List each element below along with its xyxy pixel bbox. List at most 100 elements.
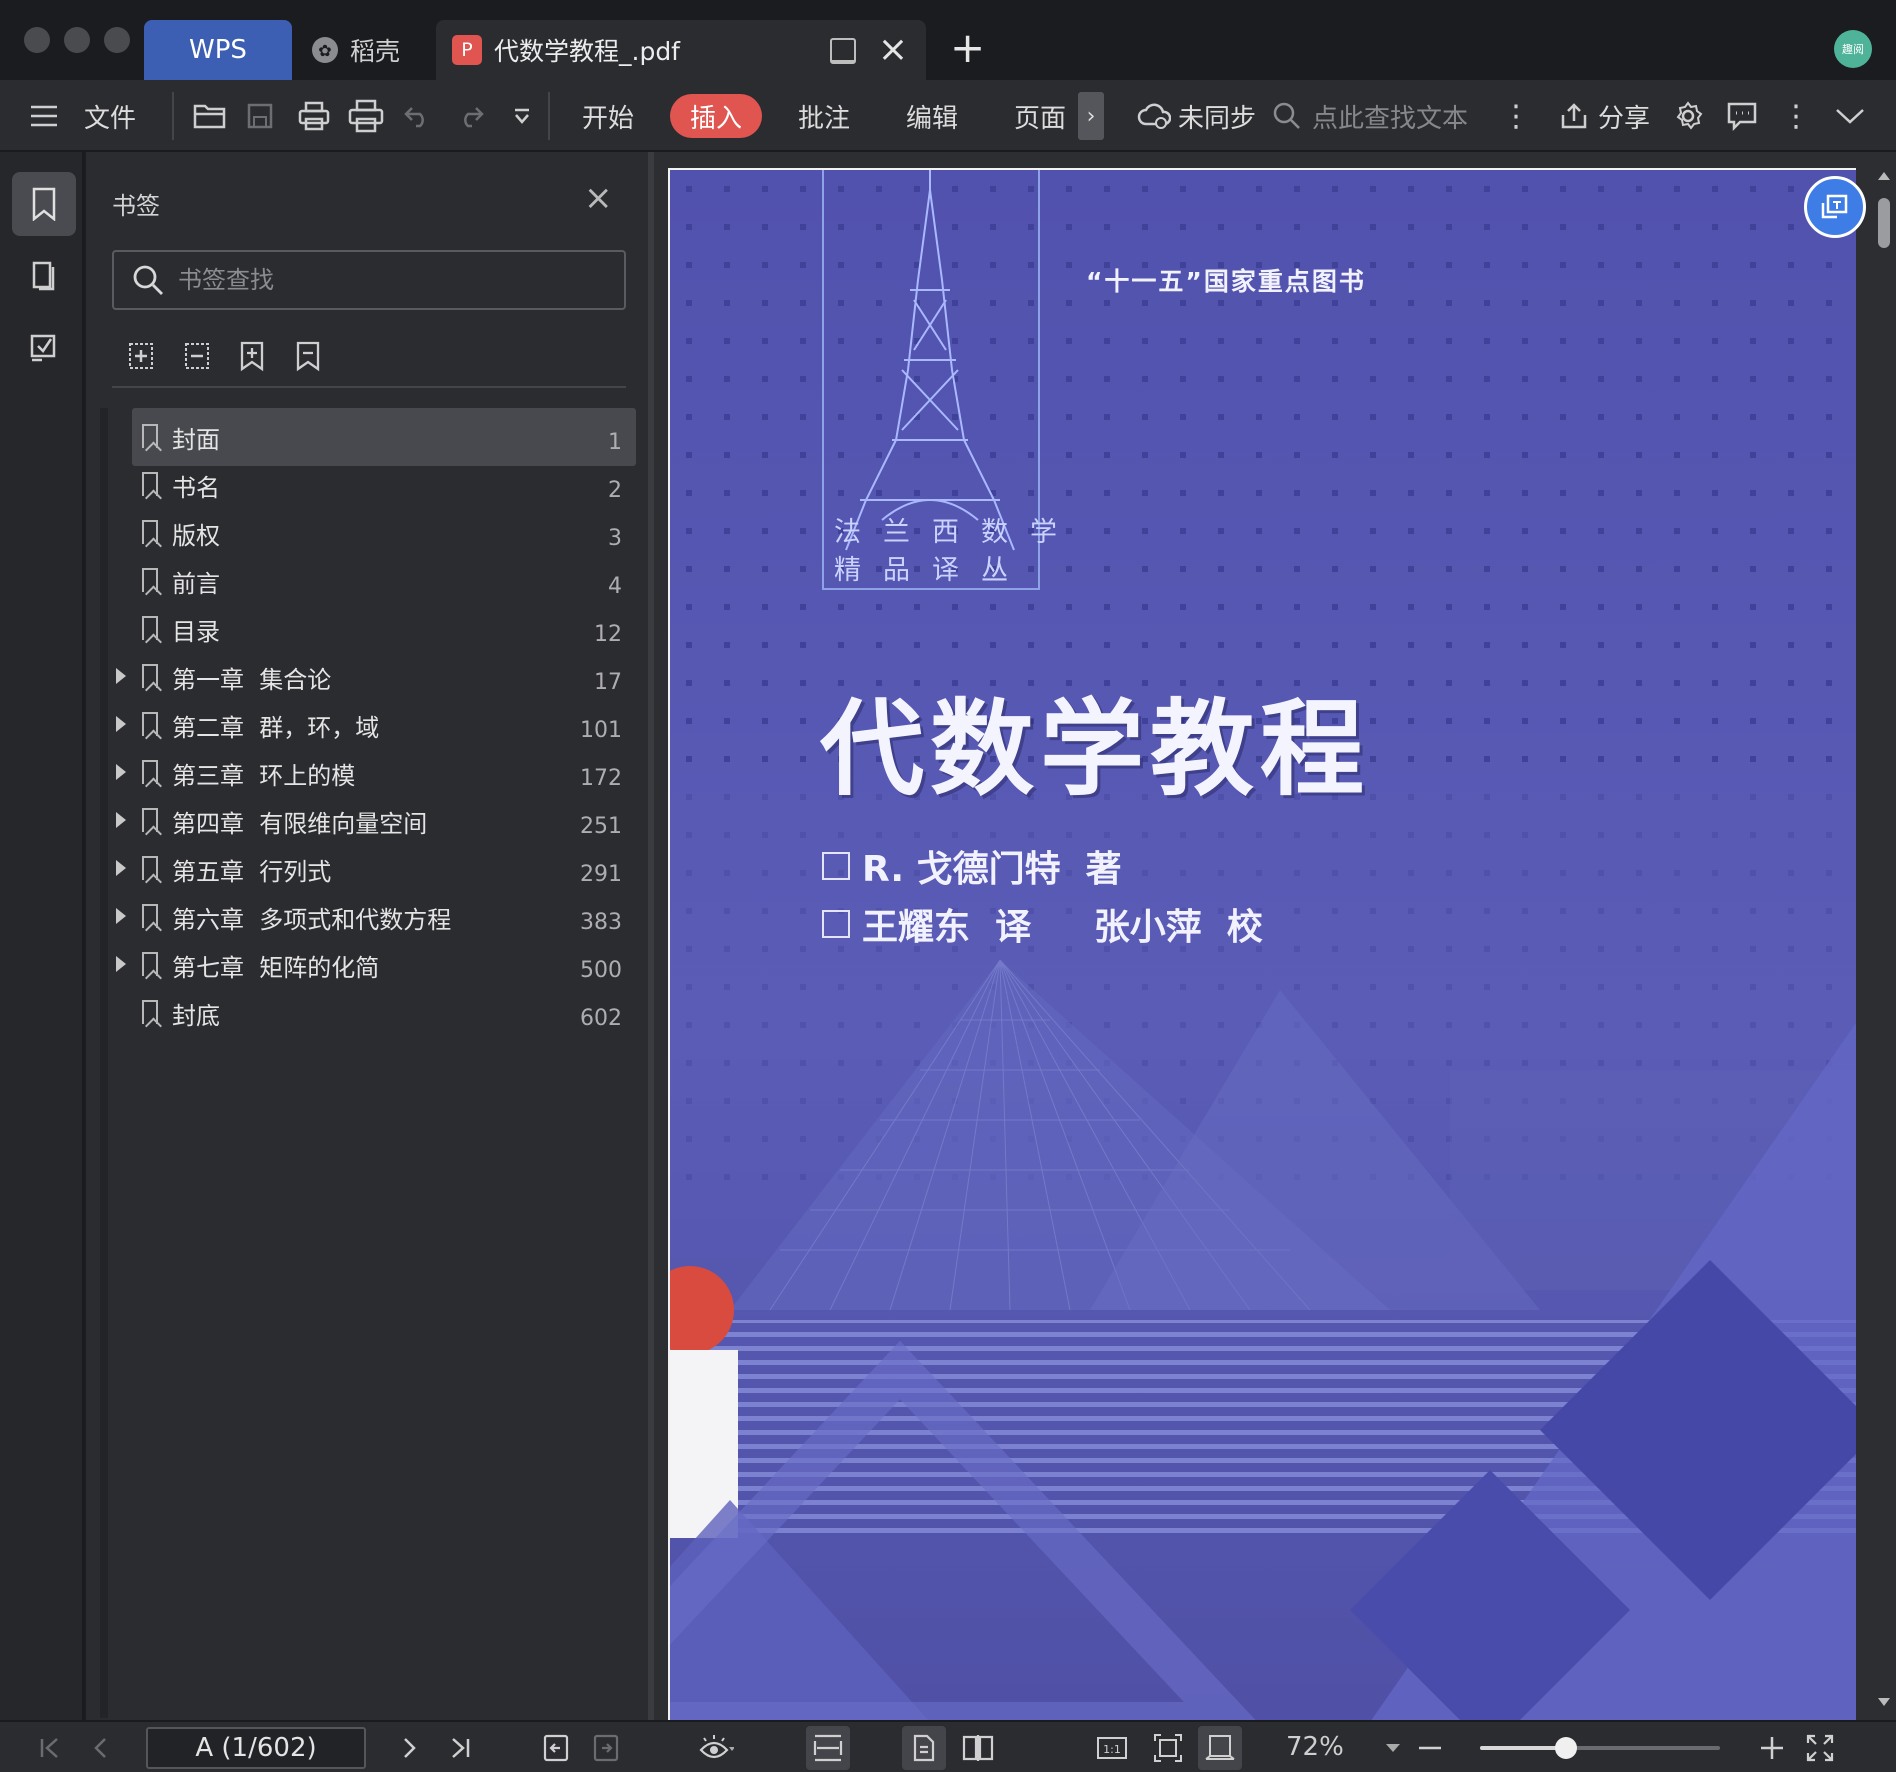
bookmark-item[interactable]: 封底 602 <box>100 984 636 1042</box>
annotation-icon <box>30 334 56 362</box>
scroll-up-arrow-icon[interactable] <box>1878 172 1890 180</box>
bookmark-icon <box>142 568 158 592</box>
collapse-all-icon[interactable] <box>178 338 214 374</box>
menu-insert[interactable]: 插入 <box>670 94 762 138</box>
expand-all-icon[interactable] <box>122 338 158 374</box>
cloud-sync-icon[interactable] <box>1134 96 1174 136</box>
print-icon[interactable] <box>294 96 334 136</box>
find-text-search[interactable]: 点此查找文本 <box>1272 80 1468 152</box>
forward-view-icon[interactable] <box>584 1726 628 1770</box>
page-number-input[interactable] <box>146 1727 366 1769</box>
new-tab-button[interactable]: + <box>950 22 985 74</box>
quick-access-dropdown-icon[interactable] <box>502 96 542 136</box>
thumbnail-panel-button[interactable] <box>12 244 76 308</box>
zoom-dropdown-icon[interactable] <box>1386 1744 1400 1752</box>
menu-page[interactable]: 页面 <box>1014 80 1066 152</box>
next-page-icon[interactable] <box>388 1726 432 1770</box>
expand-caret-icon[interactable] <box>116 860 126 876</box>
share-icon[interactable] <box>1554 96 1594 136</box>
translate-floating-icon[interactable] <box>1804 176 1866 238</box>
bookmark-icon <box>142 520 158 544</box>
page-width-icon[interactable] <box>806 1726 850 1770</box>
scroll-thumb[interactable] <box>1878 198 1890 248</box>
bookmark-panel-button[interactable] <box>12 172 76 236</box>
zoom-slider-handle[interactable] <box>1555 1737 1578 1759</box>
panel-resize-handle[interactable] <box>648 152 654 1720</box>
zoom-slider[interactable] <box>1480 1737 1720 1759</box>
title-bar: WPS ✿ 稻壳 P 代数学教程_.pdf × + 趣阅 <box>0 0 1896 80</box>
gear-icon[interactable] <box>1668 96 1708 136</box>
tab-document[interactable]: P 代数学教程_.pdf × <box>436 20 926 80</box>
scroll-down-arrow-icon[interactable] <box>1878 1698 1890 1706</box>
bookmark-label: 封面 <box>172 426 220 454</box>
zoom-level[interactable]: 72% <box>1286 1732 1344 1762</box>
series-emblem: 法兰西数学 精品译丛 <box>822 170 1057 590</box>
eye-protection-icon[interactable] <box>694 1726 738 1770</box>
bookmark-search-input[interactable] <box>178 266 598 294</box>
more-options-icon[interactable]: ⋮ <box>1776 96 1816 136</box>
document-scrollbar[interactable] <box>1872 152 1896 1720</box>
window-zoom-button[interactable] <box>104 27 130 53</box>
series-name-line-2: 精品译丛 <box>834 555 1030 586</box>
save-icon[interactable] <box>240 96 280 136</box>
tab-wps[interactable]: WPS <box>144 20 292 80</box>
detach-window-icon[interactable] <box>830 38 856 64</box>
close-panel-icon[interactable]: × <box>584 180 613 216</box>
expand-caret-icon[interactable] <box>116 668 126 684</box>
zoom-out-icon[interactable] <box>1408 1726 1452 1770</box>
actual-size-icon[interactable]: 1:1 <box>1090 1726 1134 1770</box>
hamburger-menu-icon[interactable] <box>24 96 64 136</box>
expand-caret-icon[interactable] <box>116 812 126 828</box>
menu-annotate[interactable]: 批注 <box>798 80 850 152</box>
expand-caret-icon[interactable] <box>116 908 126 924</box>
collapse-ribbon-chevron-icon[interactable] <box>1830 96 1870 136</box>
share-button[interactable]: 分享 <box>1598 80 1650 152</box>
translator-line: 王耀东 译 张小萍 校 <box>822 898 1263 950</box>
first-page-icon[interactable] <box>28 1726 72 1770</box>
bookmark-page-number: 251 <box>580 814 622 839</box>
bookmark-label: 第七章 矩阵的化简 <box>172 954 380 982</box>
menu-edit[interactable]: 编辑 <box>906 80 958 152</box>
more-menus-chevron-icon[interactable]: › <box>1078 92 1104 140</box>
open-folder-icon[interactable] <box>190 96 230 136</box>
two-page-icon[interactable] <box>956 1726 1000 1770</box>
main-toolbar: 文件 开始 插入 批注 编辑 页面 › 未同步 点此查找文本 ⋮ 分享 ⋮ <box>0 80 1896 152</box>
bookmark-icon <box>142 712 158 736</box>
last-page-icon[interactable] <box>438 1726 482 1770</box>
close-tab-icon[interactable]: × <box>878 30 908 70</box>
sync-status[interactable]: 未同步 <box>1178 80 1256 152</box>
fit-page-icon[interactable] <box>1146 1726 1190 1770</box>
window-minimize-button[interactable] <box>64 27 90 53</box>
pdf-page-cover[interactable]: 法兰西数学 精品译丛 “十一五”国家重点图书 代数学教程 R. 戈德门特 著 王… <box>668 168 1856 1720</box>
search-icon <box>1273 102 1300 129</box>
undo-icon[interactable] <box>398 96 438 136</box>
remove-bookmark-icon[interactable] <box>290 338 326 374</box>
expand-caret-icon[interactable] <box>116 764 126 780</box>
bookmark-page-number: 101 <box>580 718 622 743</box>
file-menu[interactable]: 文件 <box>84 80 136 152</box>
add-bookmark-icon[interactable] <box>234 338 270 374</box>
annotation-panel-button[interactable] <box>12 316 76 380</box>
zoom-in-icon[interactable] <box>1750 1726 1794 1770</box>
back-view-icon[interactable] <box>534 1726 578 1770</box>
expand-caret-icon[interactable] <box>116 956 126 972</box>
daoke-icon: ✿ <box>312 37 338 63</box>
single-page-icon[interactable] <box>902 1726 946 1770</box>
bookmark-page-number: 12 <box>594 622 622 647</box>
bookmark-label: 第六章 多项式和代数方程 <box>172 906 452 934</box>
previous-page-icon[interactable] <box>78 1726 122 1770</box>
tab-daoke[interactable]: ✿ 稻壳 <box>300 20 430 80</box>
more-vertical-icon[interactable]: ⋮ <box>1496 96 1536 136</box>
fit-width-icon[interactable] <box>1198 1726 1242 1770</box>
avatar[interactable]: 趣阅 <box>1834 30 1872 68</box>
menu-start[interactable]: 开始 <box>582 80 634 152</box>
comment-icon[interactable] <box>1722 96 1762 136</box>
publication-note: “十一五”国家重点图书 <box>1086 267 1366 296</box>
bookmark-search[interactable] <box>112 250 626 310</box>
bookmark-icon <box>142 808 158 832</box>
print-preview-icon[interactable] <box>346 96 386 136</box>
expand-caret-icon[interactable] <box>116 716 126 732</box>
redo-icon[interactable] <box>450 96 490 136</box>
fullscreen-icon[interactable] <box>1798 1726 1842 1770</box>
window-close-button[interactable] <box>24 27 50 53</box>
